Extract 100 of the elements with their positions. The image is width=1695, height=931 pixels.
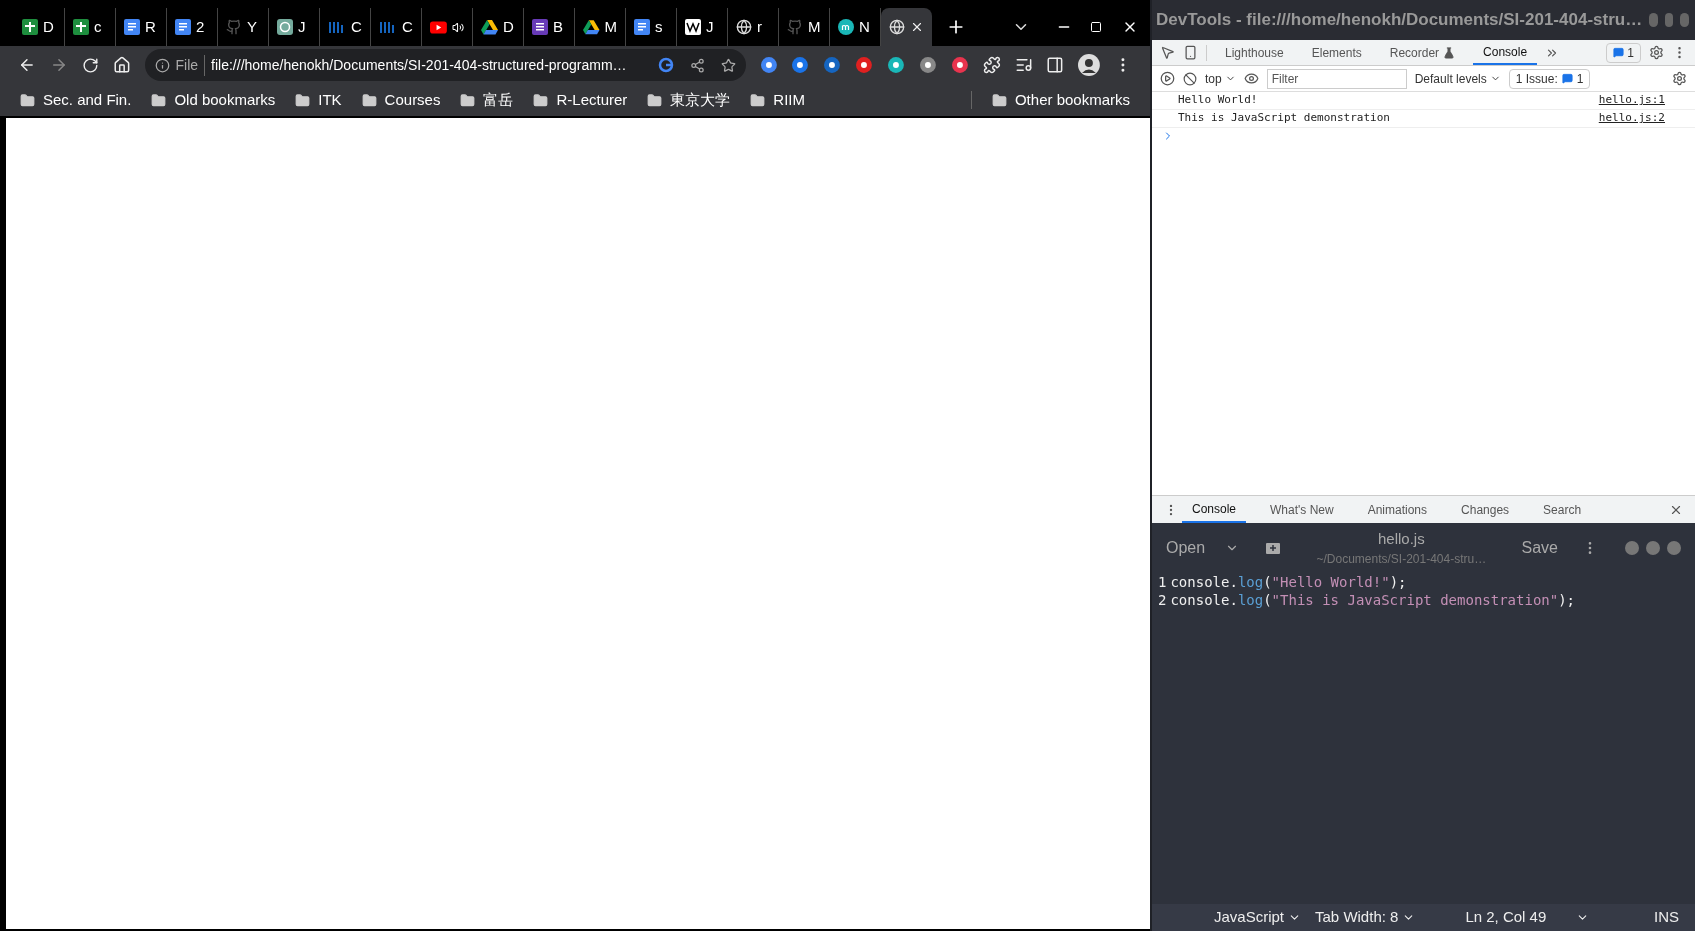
tab-title: D	[43, 16, 54, 37]
window-control[interactable]	[1680, 13, 1689, 27]
window-control[interactable]	[1664, 13, 1674, 27]
message-icon	[1613, 47, 1625, 58]
folder-icon	[20, 92, 35, 108]
address-bar[interactable]: File file:///home/henokh/Documents/SI-201-404-structured-programm…	[144, 49, 746, 81]
bookmark-folder[interactable]: Old bookmarks	[151, 88, 276, 112]
bookmark-folder[interactable]: 東京大学	[647, 88, 731, 112]
extension-icon[interactable]	[823, 56, 842, 74]
extension-icon[interactable]	[918, 56, 937, 74]
github-icon	[226, 19, 242, 35]
window-control[interactable]	[1625, 541, 1639, 555]
form-icon	[532, 19, 548, 35]
folder-icon	[991, 92, 1007, 108]
bookmark-folder[interactable]: ITK	[295, 88, 342, 112]
scheme-label: File	[175, 54, 206, 76]
tab-title: N	[859, 16, 870, 37]
line-number: 1	[1158, 573, 1167, 591]
folder-icon	[151, 92, 167, 108]
media-icon[interactable]	[1014, 56, 1033, 74]
spreadsheet-icon	[73, 19, 89, 35]
google-icon[interactable]	[657, 57, 674, 73]
devtools-tab[interactable]: Recorder	[1379, 40, 1466, 65]
code-line: console.log("This is JavaScript demonstration");	[1170, 591, 1576, 609]
issues-button[interactable]: 1 Issue: 1	[1508, 68, 1591, 89]
source-link[interactable]: hello.js:1	[1598, 92, 1665, 109]
bookmark-folder[interactable]: Courses	[361, 88, 441, 112]
tab-title: C	[402, 16, 413, 37]
wiki-icon	[685, 19, 701, 35]
drawer-tab[interactable]: What's New	[1260, 496, 1344, 523]
bookmark-star-icon[interactable]	[720, 57, 736, 73]
drive-icon	[583, 19, 600, 35]
filter-field[interactable]: Filter	[1266, 68, 1407, 89]
github-icon	[787, 19, 803, 35]
reload-icon[interactable]	[81, 56, 99, 74]
save-button[interactable]: Save	[1521, 536, 1558, 560]
new-tab-icon[interactable]	[1265, 541, 1282, 555]
bookmark-folder[interactable]: Sec. and Fin.	[20, 88, 132, 112]
share-icon[interactable]	[689, 57, 705, 73]
home-icon[interactable]	[112, 56, 131, 74]
devtools-tab[interactable]: Lighthouse	[1215, 40, 1294, 65]
folder-icon	[647, 92, 663, 108]
device-icon[interactable]	[1183, 45, 1198, 60]
document-icon	[175, 19, 191, 35]
tab-title: J	[706, 16, 714, 37]
file-path: ~/Documents/SI-201-404-stru…	[1316, 551, 1487, 569]
message-icon	[1561, 73, 1573, 84]
maximize-icon[interactable]	[1090, 21, 1102, 33]
globe-icon	[889, 19, 905, 35]
source-link[interactable]: hello.js:2	[1598, 110, 1665, 127]
tab-title: B	[553, 16, 563, 37]
tab-width-select[interactable]: Tab Width: 8	[1315, 906, 1416, 929]
drawer-tab[interactable]: Changes	[1451, 496, 1520, 523]
console-message: This is JavaScript demonstration	[1178, 110, 1391, 127]
tab-title: s	[655, 16, 663, 37]
window-control[interactable]	[1667, 541, 1681, 555]
cursor-position[interactable]: Ln 2, Col 49	[1465, 906, 1590, 929]
open-button[interactable]: Open	[1166, 536, 1240, 560]
flask-icon	[1443, 46, 1456, 59]
spreadsheet-icon	[22, 19, 38, 35]
eye-icon[interactable]	[1243, 71, 1259, 86]
play-icon	[430, 20, 447, 34]
file-name: hello.js	[1378, 528, 1425, 549]
folder-icon	[750, 92, 766, 108]
bookmark-folder[interactable]: R-Lecturer	[533, 88, 628, 112]
folder-icon	[361, 92, 377, 108]
extension-icon[interactable]	[887, 56, 905, 74]
tab-title: M	[604, 16, 617, 37]
settings-icon[interactable]	[1649, 45, 1664, 60]
language-select[interactable]: JavaScript	[1214, 906, 1302, 929]
side-panel-icon[interactable]	[1046, 56, 1065, 74]
sidebar-toggle-icon[interactable]	[1160, 71, 1175, 86]
bookmark-folder[interactable]: RIIM	[750, 88, 805, 112]
back-icon[interactable]	[18, 56, 36, 74]
insert-mode[interactable]: INS	[1654, 906, 1679, 929]
bookmark-folder[interactable]: Other bookmarks	[991, 88, 1130, 112]
context-select[interactable]: top	[1205, 69, 1236, 88]
devtools-tab[interactable]: Elements	[1301, 40, 1372, 65]
settings-icon[interactable]	[1672, 71, 1687, 86]
levels-select[interactable]: Default levels	[1414, 69, 1501, 88]
info-icon[interactable]	[154, 57, 170, 73]
inspect-icon[interactable]	[1160, 45, 1175, 60]
close-icon[interactable]	[910, 20, 924, 34]
window-title: DevTools - file:///home/henokh/Documents/SI-201-404-stru…	[1156, 9, 1643, 32]
drawer-tab[interactable]: Animations	[1357, 496, 1438, 523]
tab-title: J	[298, 16, 306, 37]
window-control[interactable]	[1646, 541, 1660, 555]
speaker-icon	[451, 20, 464, 34]
drawer-tab[interactable]: Search	[1533, 496, 1592, 523]
devtools-tab[interactable]: Console	[1473, 40, 1538, 65]
messages-badge[interactable]: 1	[1606, 42, 1641, 63]
browser-tab[interactable]	[881, 8, 932, 46]
extension-icon[interactable]	[791, 56, 810, 74]
avatar-icon[interactable]	[1078, 54, 1101, 76]
extensions-icon[interactable]	[982, 56, 1001, 74]
bookmark-folder[interactable]: 富岳	[460, 88, 514, 112]
window-control[interactable]	[1649, 13, 1658, 27]
bars-icon	[379, 20, 397, 34]
bars-icon	[328, 20, 346, 34]
clear-console-icon[interactable]	[1183, 71, 1197, 86]
